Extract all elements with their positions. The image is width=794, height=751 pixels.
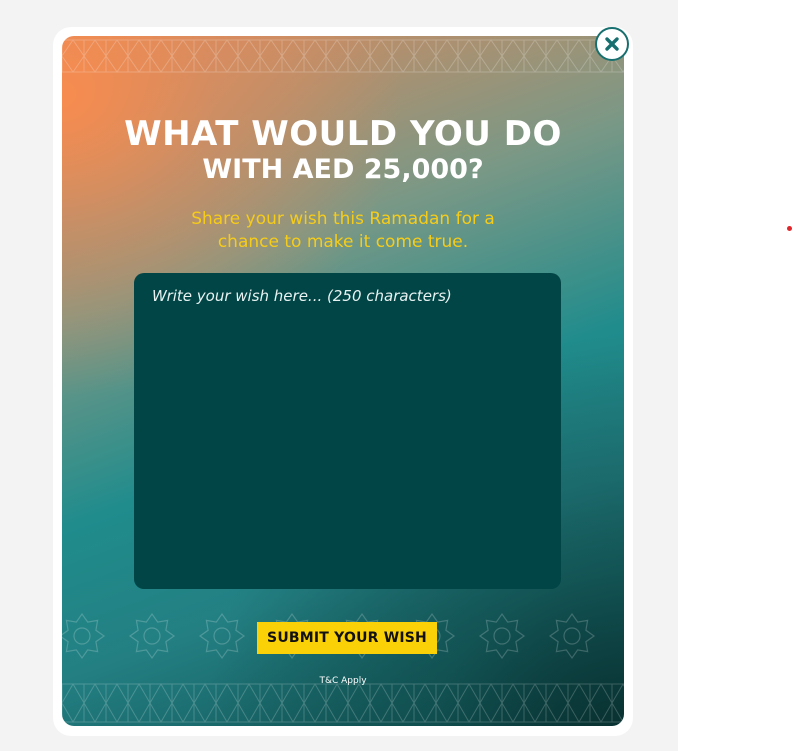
red-dot-marker (787, 226, 792, 231)
headline-line-2: WITH AED 25,000? (202, 154, 484, 186)
close-button[interactable] (595, 27, 629, 61)
right-blank-area (678, 0, 794, 751)
top-geometric-pattern (62, 39, 624, 73)
headline: WHAT WOULD YOU DO WITH AED 25,000? (62, 114, 624, 186)
headline-line-1: WHAT WOULD YOU DO (124, 114, 562, 154)
close-icon (605, 37, 619, 51)
subtitle-line-1: Share your wish this Ramadan for a (191, 209, 495, 229)
subtitle-line-2: chance to make it come true. (217, 232, 469, 252)
bottom-geometric-pattern (62, 612, 624, 723)
submit-wish-button[interactable]: SUBMIT YOUR WISH (257, 622, 437, 654)
wish-textarea-container (134, 273, 561, 589)
ramadan-wish-modal: WHAT WOULD YOU DO WITH AED 25,000? Share… (62, 36, 624, 726)
subtitle: Share your wish this Ramadan for a chanc… (62, 208, 624, 254)
wish-textarea[interactable] (152, 287, 543, 575)
terms-link[interactable]: T&C Apply (62, 676, 624, 686)
